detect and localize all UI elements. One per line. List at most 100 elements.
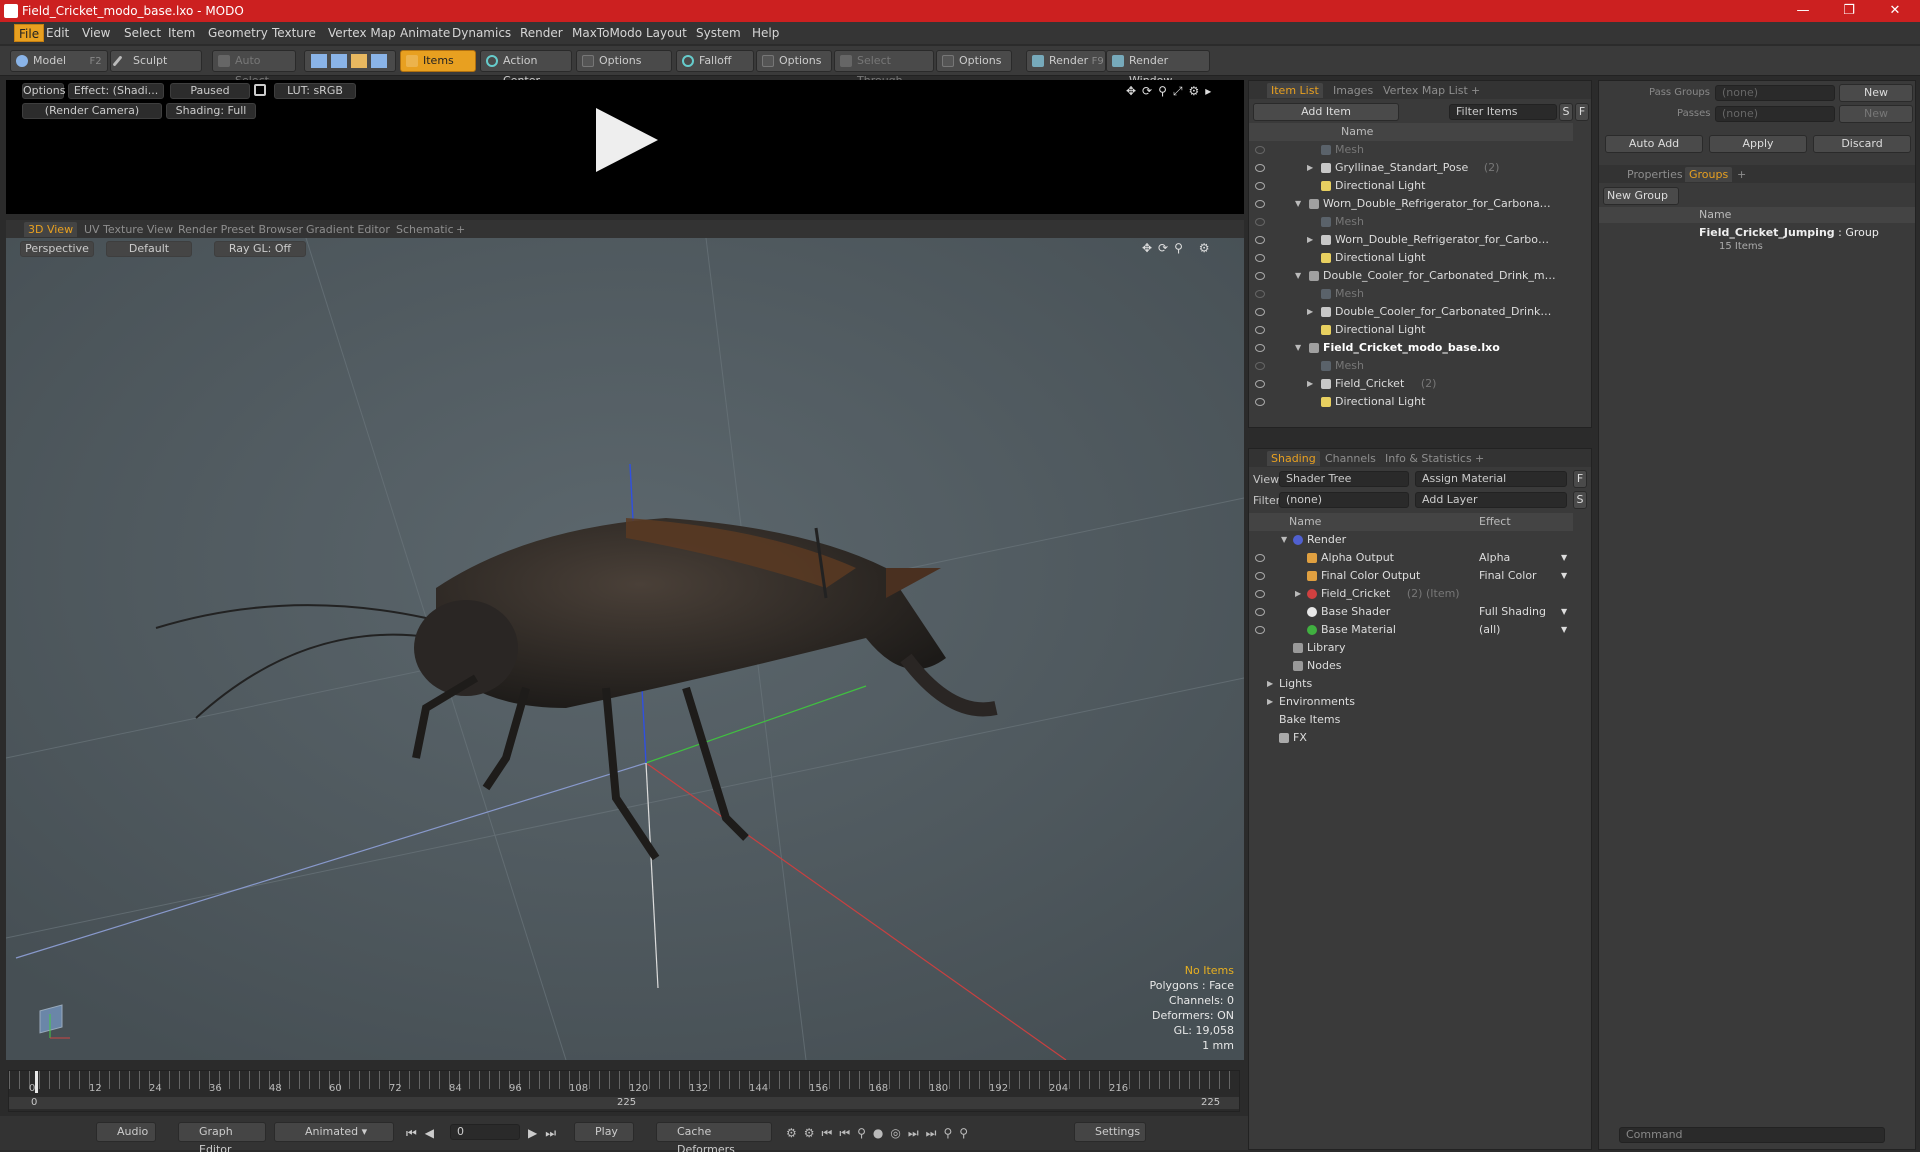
tab-groups[interactable]: Groups [1685, 167, 1733, 182]
shader-row[interactable]: Bake Items [1249, 711, 1573, 729]
menu-animate[interactable]: Animate [400, 26, 450, 40]
render-pane-nav-icons[interactable]: ✥⟳⚲⤢⚙▸ [1126, 84, 1217, 99]
expand-arrow-icon[interactable]: ▶ [1307, 303, 1313, 321]
visibility-eye-icon[interactable] [1255, 344, 1265, 352]
restore-button[interactable]: ❐ [1826, 0, 1872, 22]
auto-select-button[interactable]: Auto Select [212, 50, 296, 87]
visibility-eye-icon[interactable] [1255, 398, 1265, 406]
command-input[interactable]: Command [1619, 1127, 1885, 1143]
expand-arrow-icon[interactable]: ▶ [1307, 375, 1313, 393]
collapse-arrow-icon[interactable]: ▼ [1295, 195, 1301, 213]
effect-value[interactable]: (all) [1479, 621, 1500, 639]
shader-row[interactable]: Final Color Output Final Color ▼ [1249, 567, 1573, 585]
pass-groups-dropdown[interactable]: (none) [1715, 85, 1835, 101]
expand-arrow-icon[interactable]: ▶ [1307, 231, 1313, 249]
visibility-eye-icon[interactable] [1255, 218, 1265, 226]
polygon-mode-icon[interactable] [351, 54, 367, 68]
edge-mode-icon[interactable] [331, 54, 347, 68]
tab-[interactable]: + [1737, 167, 1746, 182]
visibility-eye-icon[interactable] [1255, 272, 1265, 280]
tab-gradient-editor[interactable]: Gradient Editor [306, 222, 390, 237]
vertex-mode-icon[interactable] [311, 54, 327, 68]
tab-[interactable]: + [456, 222, 465, 237]
tab-render-preset-browser[interactable]: Render Preset Browser [178, 222, 303, 237]
sculpt-button[interactable]: Sculpt [110, 50, 202, 72]
collapse-arrow-icon[interactable]: ▼ [1281, 531, 1287, 549]
effect-value[interactable]: Full Shading [1479, 603, 1546, 621]
menu-dynamics[interactable]: Dynamics [452, 26, 511, 40]
render-button[interactable]: Render F9 [1026, 50, 1106, 72]
audio-button[interactable]: Audio [96, 1122, 156, 1142]
tab-schematic[interactable]: Schematic [396, 222, 454, 237]
material-mode-icon[interactable] [371, 54, 387, 68]
menu-select[interactable]: Select [124, 26, 161, 40]
expand-arrow-icon[interactable]: ▶ [1307, 159, 1313, 177]
item-row[interactable]: ▶ Field_Cricket (2) [1249, 375, 1573, 393]
item-row[interactable]: Mesh [1249, 141, 1573, 159]
s-button[interactable]: S [1559, 103, 1573, 121]
shading-s-button[interactable]: S [1573, 491, 1587, 509]
visibility-eye-icon[interactable] [1255, 182, 1265, 190]
tab-channels[interactable]: Channels [1325, 451, 1376, 466]
new-group-button[interactable]: New Group [1603, 187, 1679, 205]
select-through-options-button[interactable]: Options [936, 50, 1012, 72]
close-button[interactable]: ✕ [1872, 0, 1918, 22]
item-row[interactable]: Mesh [1249, 357, 1573, 375]
visibility-eye-icon[interactable] [1255, 254, 1265, 262]
expand-arrow-icon[interactable]: ▶ [1267, 693, 1273, 711]
item-row[interactable]: Directional Light [1249, 393, 1573, 411]
shader-row[interactable]: ▶ Lights [1249, 675, 1573, 693]
render-window-button[interactable]: Render Window [1106, 50, 1210, 87]
f-button[interactable]: F [1575, 103, 1589, 121]
shader-row[interactable]: Alpha Output Alpha ▼ [1249, 549, 1573, 567]
visibility-eye-icon[interactable] [1255, 200, 1265, 208]
passes-dropdown[interactable]: (none) [1715, 106, 1835, 122]
shader-row[interactable]: ▶ Environments [1249, 693, 1573, 711]
filter-items-input[interactable]: Filter Items [1449, 104, 1557, 120]
tab-[interactable]: + [1475, 451, 1484, 466]
item-row[interactable]: Directional Light [1249, 249, 1573, 267]
expand-arrow-icon[interactable]: ▶ [1295, 585, 1301, 603]
menu-edit[interactable]: Edit [46, 26, 69, 40]
menu-maxtomodo[interactable]: MaxToModo [572, 26, 642, 40]
prev-key-icons[interactable]: ⏮◀ [406, 1126, 442, 1141]
render-camera-dropdown[interactable]: (Render Camera) [22, 103, 162, 119]
raygl-dropdown[interactable]: Ray GL: Off [214, 241, 306, 257]
visibility-eye-icon[interactable] [1255, 362, 1265, 370]
timeline-cursor[interactable] [35, 1071, 38, 1093]
menu-geometry[interactable]: Geometry [208, 26, 268, 40]
effect-value[interactable]: Alpha [1479, 549, 1510, 567]
auto-add-button[interactable]: Auto Add [1605, 135, 1703, 153]
item-row[interactable]: ▶ Double_Cooler_for_Carbonated_Drink… [1249, 303, 1573, 321]
tab-shading[interactable]: Shading [1267, 451, 1320, 466]
lock-icon[interactable] [254, 84, 266, 96]
shading-dropdown[interactable]: Shading: Full [166, 103, 256, 119]
action-center-button[interactable]: Action Center [480, 50, 572, 87]
menu-file[interactable]: File [14, 24, 45, 42]
filter-dropdown[interactable]: (none) [1279, 492, 1409, 508]
visibility-eye-icon[interactable] [1255, 608, 1265, 616]
menu-system[interactable]: System [696, 26, 741, 40]
tab-info-statistics[interactable]: Info & Statistics [1385, 451, 1472, 466]
effect-dropdown-arrow-icon[interactable]: ▼ [1561, 549, 1567, 567]
add-layer-dropdown[interactable]: Add Layer [1415, 492, 1567, 508]
menu-layout[interactable]: Layout [646, 26, 687, 40]
animated-dropdown[interactable]: Animated ▾ [274, 1122, 394, 1142]
group-item[interactable]: Field_Cricket_Jumping : Group [1699, 226, 1879, 239]
falloff-button[interactable]: Falloff [676, 50, 754, 72]
item-row[interactable]: Mesh [1249, 285, 1573, 303]
tab-item-list[interactable]: Item List [1267, 83, 1323, 98]
visibility-eye-icon[interactable] [1255, 572, 1265, 580]
collapse-arrow-icon[interactable]: ▼ [1295, 267, 1301, 285]
select-through-button[interactable]: Select Through [834, 50, 934, 87]
new-pass-button[interactable]: New [1839, 105, 1913, 123]
default-style-dropdown[interactable]: Default [106, 241, 192, 257]
assign-material-input[interactable]: Assign Material [1415, 471, 1567, 487]
tab-uv-texture-view[interactable]: UV Texture View [84, 222, 173, 237]
visibility-eye-icon[interactable] [1255, 554, 1265, 562]
model-mode-button[interactable]: Model F2 [10, 50, 108, 72]
item-row[interactable]: Mesh [1249, 213, 1573, 231]
item-row[interactable]: ▼ Worn_Double_Refrigerator_for_Carbona… [1249, 195, 1573, 213]
add-item-button[interactable]: Add Item [1253, 103, 1399, 121]
discard-button[interactable]: Discard [1813, 135, 1911, 153]
